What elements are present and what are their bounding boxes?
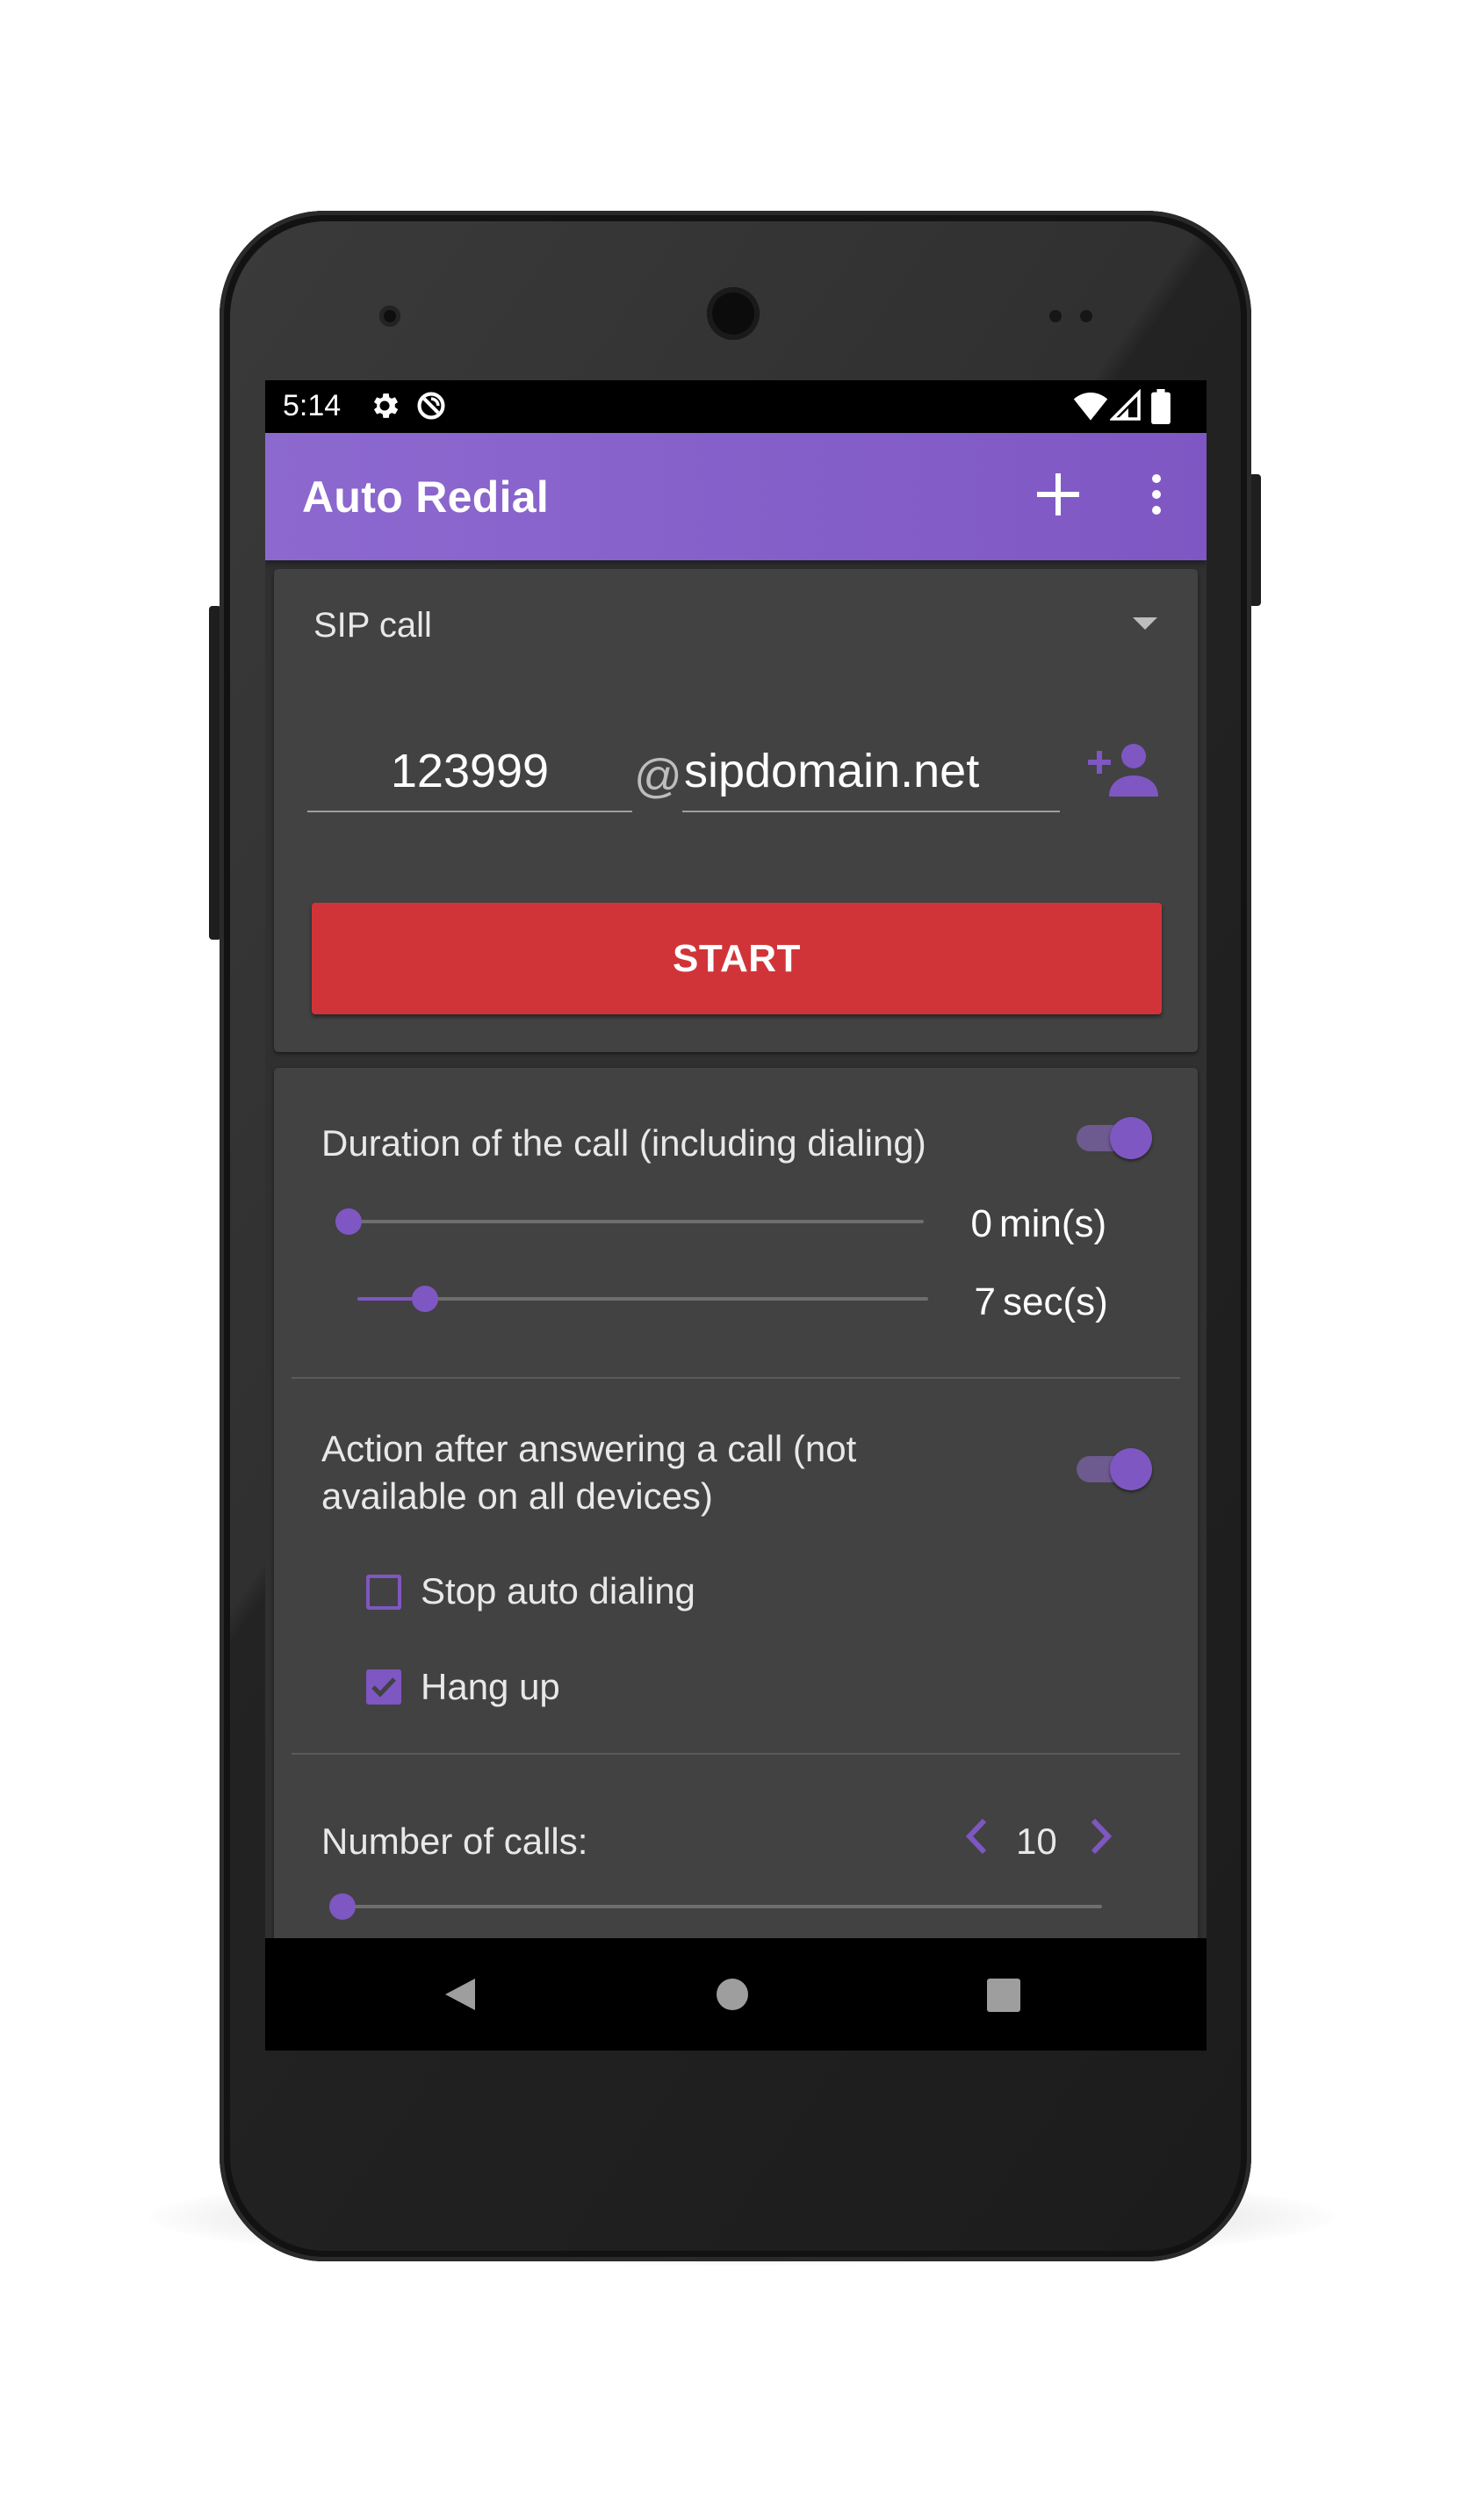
call-type-spinner[interactable]: SIP call xyxy=(274,569,1198,674)
slider-thumb[interactable] xyxy=(412,1286,439,1312)
battery-icon xyxy=(1151,389,1171,424)
call-setup-card: SIP call @ START xyxy=(274,569,1198,1052)
number-of-calls-value: 10 xyxy=(1016,1820,1057,1862)
dropdown-arrow-icon xyxy=(1133,617,1157,630)
stop-auto-dialing-label: Stop auto dialing xyxy=(421,1570,695,1611)
light-sensor xyxy=(1080,310,1092,322)
add-contact-icon[interactable] xyxy=(1088,742,1158,800)
recents-icon[interactable] xyxy=(987,1979,1020,2012)
chevron-left-icon[interactable] xyxy=(962,1816,991,1857)
duration-title: Duration of the call (including dialing) xyxy=(321,1122,926,1164)
hang-up-checkbox[interactable] xyxy=(366,1669,401,1705)
wifi-icon xyxy=(1073,393,1108,421)
sync-disabled-icon xyxy=(417,392,445,420)
settings-card: Duration of the call (including dialing)… xyxy=(274,1068,1198,2051)
minutes-unit: min(s) xyxy=(999,1202,1107,1245)
slider-track xyxy=(349,1220,924,1223)
phone-number-input[interactable] xyxy=(307,732,632,812)
proximity-sensor xyxy=(1049,310,1062,322)
minutes-slider[interactable] xyxy=(335,1208,924,1235)
home-icon[interactable] xyxy=(717,1979,748,2010)
plus-icon[interactable] xyxy=(1032,468,1084,521)
slider-track xyxy=(357,1297,928,1301)
chevron-right-icon[interactable] xyxy=(1086,1816,1116,1857)
number-of-calls-slider[interactable] xyxy=(329,1893,1102,1920)
number-of-calls-title: Number of calls: xyxy=(321,1820,588,1862)
seconds-value: 7 xyxy=(974,1280,996,1323)
gear-icon xyxy=(373,393,399,418)
minutes-value: 0 xyxy=(970,1202,992,1245)
after-answer-title-line1: Action after answering a call (not xyxy=(321,1428,857,1469)
seconds-unit: sec(s) xyxy=(1003,1280,1108,1323)
duration-switch[interactable] xyxy=(1073,1114,1152,1160)
divider xyxy=(292,1377,1180,1379)
slider-thumb[interactable] xyxy=(329,1893,356,1920)
hang-up-label: Hang up xyxy=(421,1666,560,1707)
slider-track xyxy=(342,1905,1102,1908)
signal-icon xyxy=(1110,389,1141,421)
navigation-bar xyxy=(265,1938,1207,2051)
switch-thumb xyxy=(1110,1117,1152,1159)
call-type-label: SIP call xyxy=(313,606,432,645)
screen: 5:14 Auto Redial SIP call 123999 @ sipdo… xyxy=(265,380,1207,2051)
checkmark-icon xyxy=(371,1677,396,1698)
slider-thumb[interactable] xyxy=(335,1208,362,1235)
seconds-slider[interactable] xyxy=(357,1286,928,1312)
more-vertical-icon[interactable] xyxy=(1143,468,1170,521)
start-button[interactable]: START xyxy=(312,903,1162,1014)
after-answer-switch[interactable] xyxy=(1073,1446,1152,1491)
switch-thumb xyxy=(1110,1448,1152,1490)
at-sign: @ xyxy=(634,750,682,803)
earpiece-speaker xyxy=(707,287,760,340)
after-answer-title-line2: available on all devices) xyxy=(321,1475,713,1517)
stop-auto-dialing-checkbox[interactable] xyxy=(366,1575,401,1610)
status-bar: 5:14 xyxy=(265,380,1207,433)
app-title: Auto Redial xyxy=(302,472,550,522)
back-icon[interactable] xyxy=(443,1977,477,2012)
sip-domain-input[interactable] xyxy=(682,732,1060,812)
status-time: 5:14 xyxy=(283,389,342,422)
front-camera xyxy=(379,306,400,327)
app-bar: Auto Redial xyxy=(265,433,1207,560)
divider xyxy=(292,1753,1180,1755)
